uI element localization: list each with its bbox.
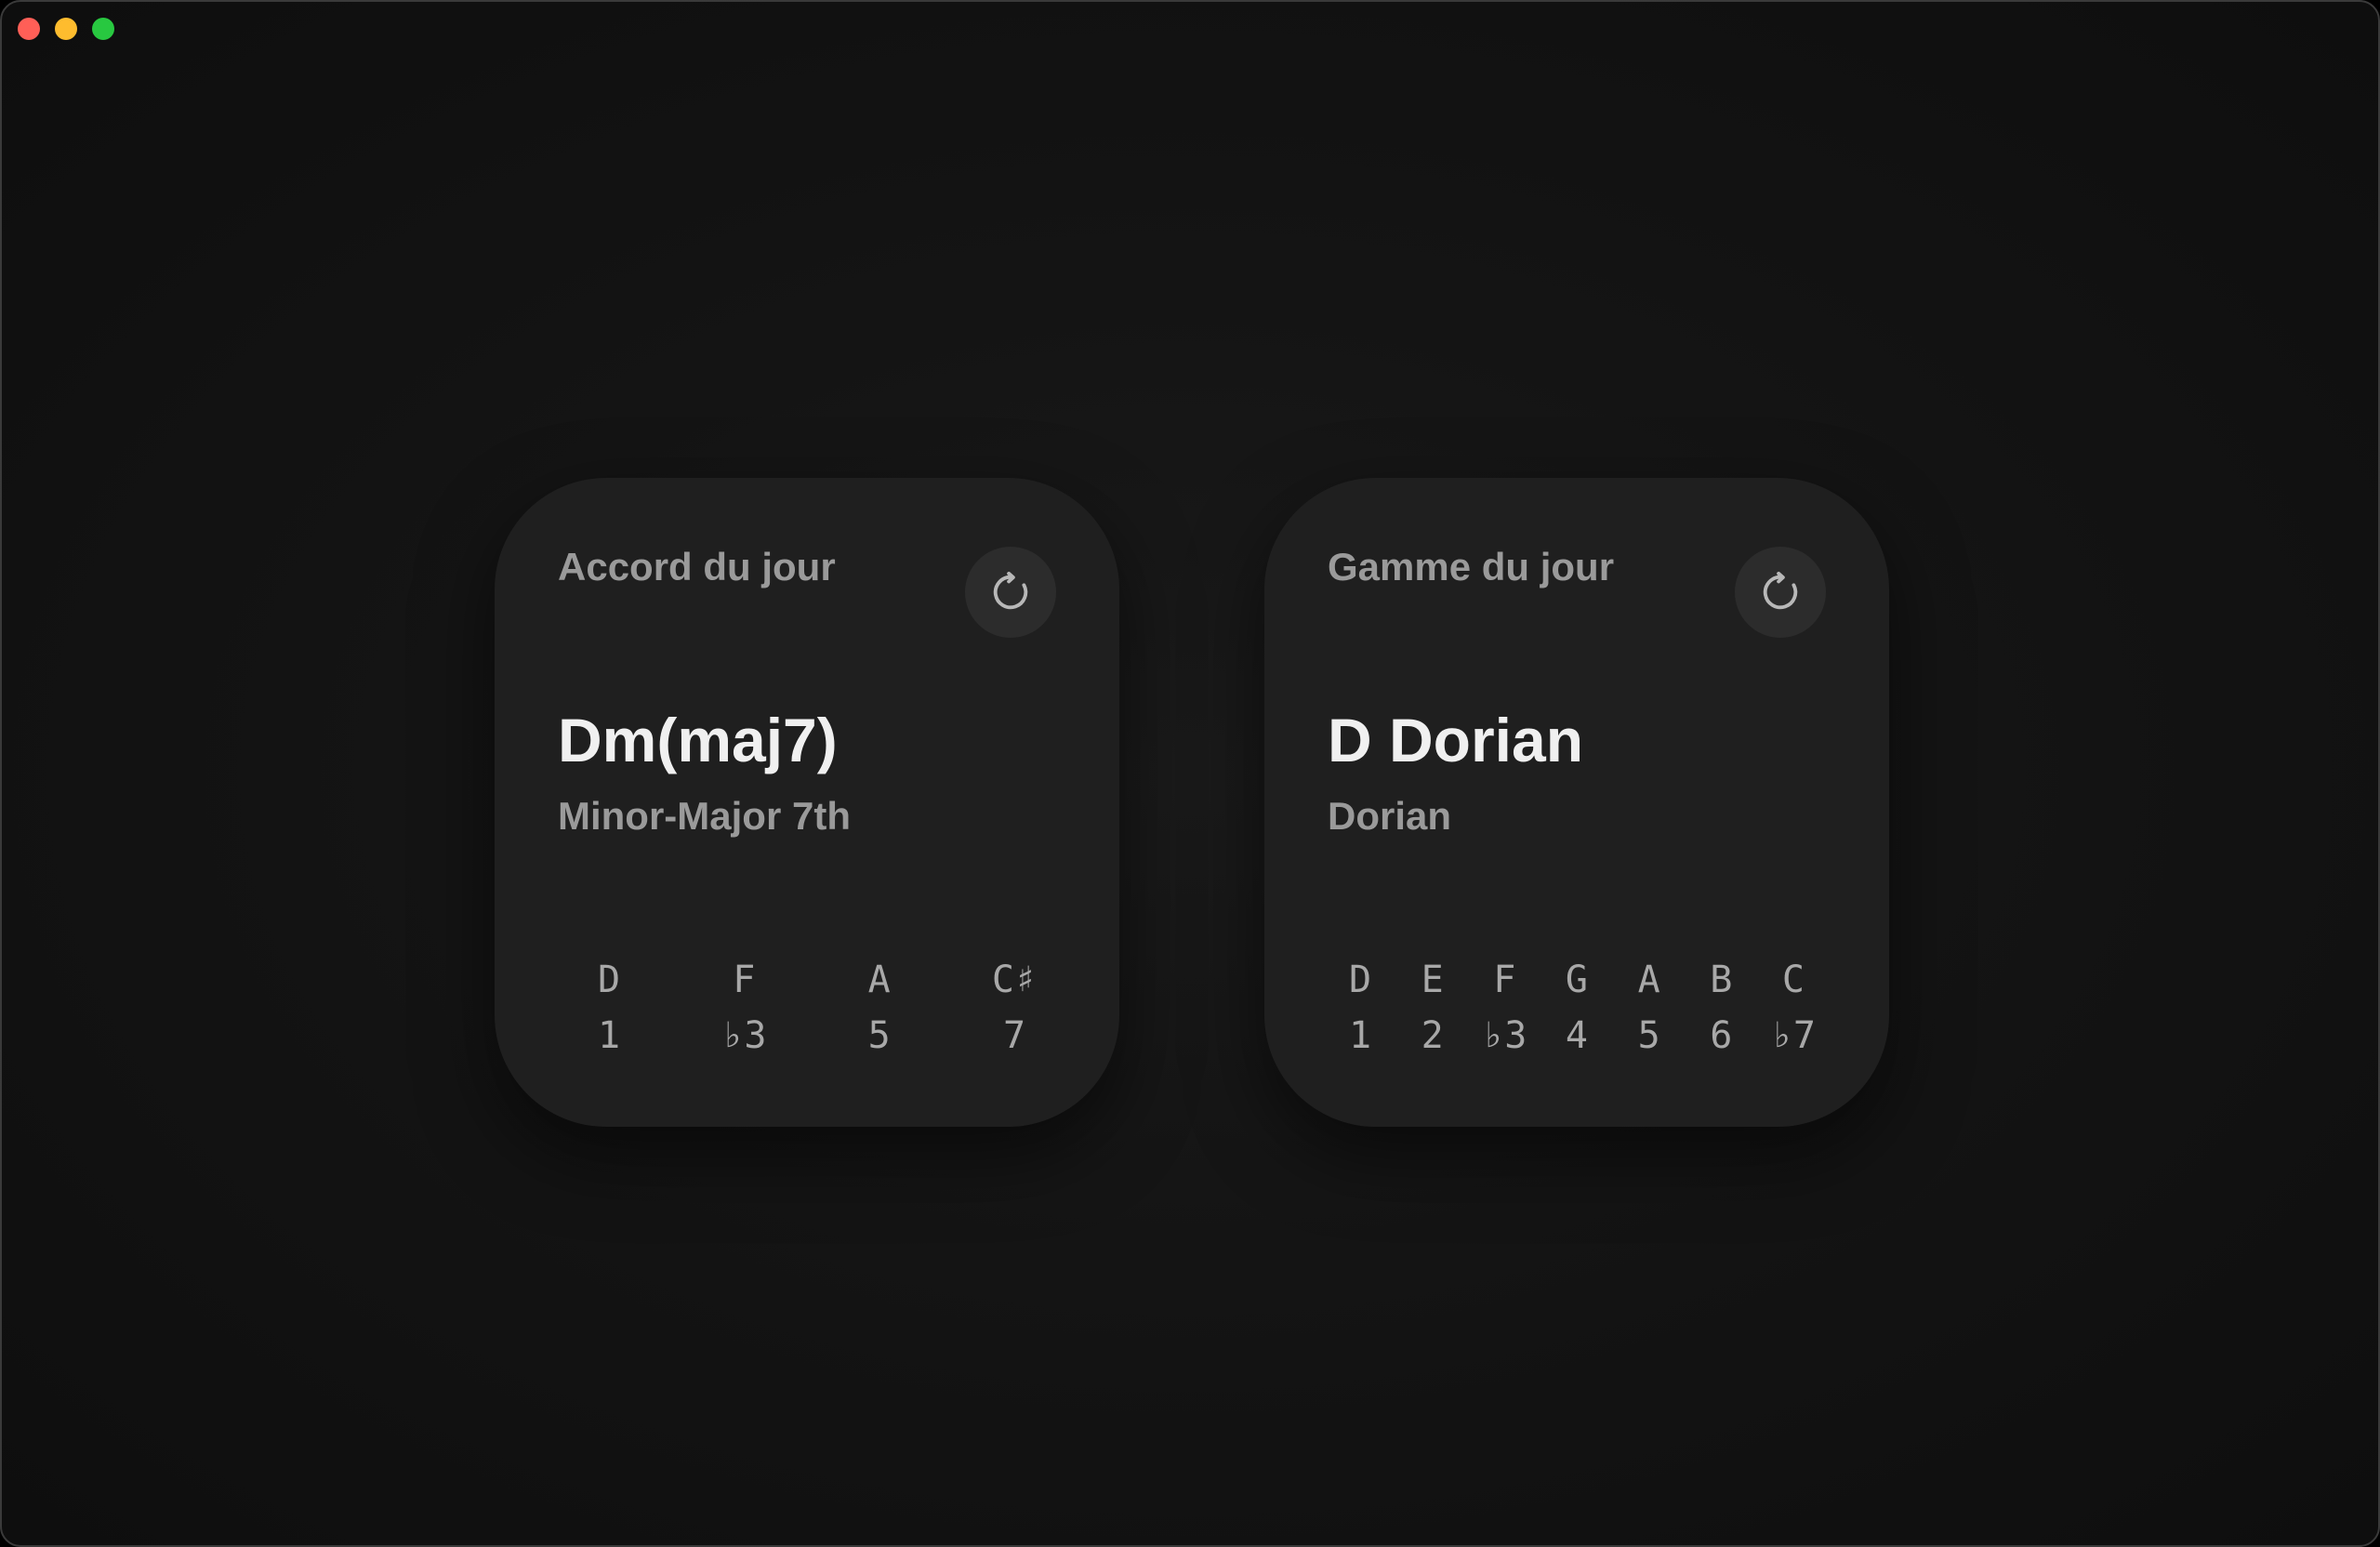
refresh-icon <box>1763 571 1798 610</box>
chord-note: F ♭3 <box>711 954 776 1062</box>
scale-note: G 4 <box>1544 954 1609 1062</box>
note-degree: 6 <box>1710 1014 1733 1057</box>
note-degree: 5 <box>1637 1014 1660 1057</box>
scale-note: B 6 <box>1688 954 1753 1062</box>
chord-note: A 5 <box>847 954 912 1062</box>
refresh-icon <box>993 571 1028 610</box>
note-name: D <box>597 959 621 1001</box>
close-window-button[interactable] <box>18 18 40 40</box>
scale-note: A 5 <box>1617 954 1682 1062</box>
note-name: G <box>1565 959 1589 1001</box>
maximize-window-button[interactable] <box>92 18 114 40</box>
scale-card-title: Gamme du jour <box>1328 545 1615 588</box>
scale-note: D 1 <box>1328 954 1393 1062</box>
chord-note: D 1 <box>576 954 641 1062</box>
scale-mode: Dorian <box>1328 794 1452 838</box>
chord-name: Dm(maj7) <box>558 706 838 774</box>
chord-of-the-day-card: Accord du jour Dm(maj7) Minor-Major 7th … <box>495 478 1119 1127</box>
note-degree: 1 <box>597 1014 621 1057</box>
chord-refresh-button[interactable] <box>965 547 1056 638</box>
note-degree: 5 <box>867 1014 891 1057</box>
note-name: F <box>1493 959 1516 1001</box>
scale-name: D Dorian <box>1328 706 1584 774</box>
chord-note: C♯ 7 <box>982 954 1047 1062</box>
note-degree: ♭3 <box>721 1014 767 1057</box>
chord-card-title: Accord du jour <box>558 545 836 588</box>
window-controls <box>18 18 114 40</box>
note-degree: 1 <box>1348 1014 1372 1057</box>
note-degree: ♭7 <box>1770 1014 1817 1057</box>
note-degree: 4 <box>1565 1014 1589 1057</box>
scale-note: C ♭7 <box>1761 954 1826 1062</box>
note-degree: 2 <box>1421 1014 1444 1057</box>
note-name: D <box>1348 959 1372 1001</box>
note-name: A <box>1637 959 1660 1001</box>
scale-of-the-day-card: Gamme du jour D Dorian Dorian D 1 E 2 F … <box>1264 478 1889 1127</box>
app-window: Accord du jour Dm(maj7) Minor-Major 7th … <box>0 0 2380 1547</box>
scale-note: F ♭3 <box>1472 954 1537 1062</box>
note-name: C <box>1781 959 1805 1001</box>
minimize-window-button[interactable] <box>55 18 77 40</box>
note-name: B <box>1710 959 1733 1001</box>
scale-note: E 2 <box>1400 954 1465 1062</box>
chord-quality: Minor-Major 7th <box>558 794 851 838</box>
note-name: E <box>1421 959 1444 1001</box>
chord-notes: D 1 F ♭3 A 5 C♯ 7 <box>558 954 1056 1062</box>
note-degree: ♭3 <box>1482 1014 1527 1057</box>
note-name: C♯ <box>991 959 1038 1001</box>
note-name: F <box>733 959 756 1001</box>
note-name: A <box>867 959 891 1001</box>
scale-notes: D 1 E 2 F ♭3 G 4 A 5 B 6 C ♭7 <box>1328 954 1826 1062</box>
note-degree: 7 <box>1002 1014 1026 1057</box>
scale-refresh-button[interactable] <box>1735 547 1826 638</box>
